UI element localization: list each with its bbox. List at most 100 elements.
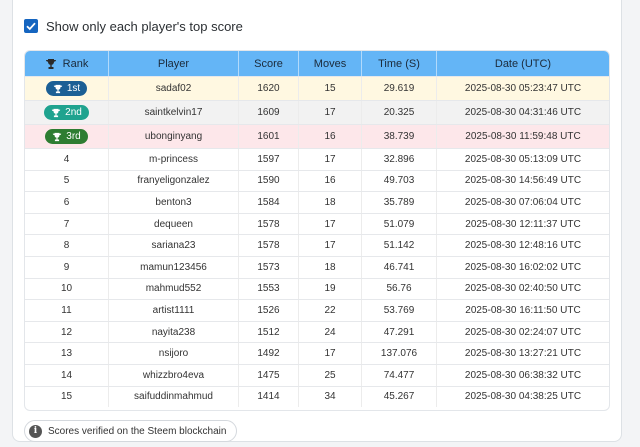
moves-cell: 17 <box>299 213 362 235</box>
date-cell: 2025-08-30 12:48:16 UTC <box>464 240 582 252</box>
moves-cell: 16 <box>299 125 362 148</box>
score-cell: 1512 <box>239 321 299 343</box>
time-cell: 49.703 <box>362 170 437 192</box>
score-cell: 1414 <box>239 386 299 408</box>
rank-header[interactable]: Rank <box>25 51 109 76</box>
time-cell: 20.325 <box>362 101 437 124</box>
top-score-checkbox[interactable] <box>24 19 38 33</box>
table-row: 2nd saintkelvin17 1609 17 20.325 2025-08-30 0… <box>25 100 609 124</box>
rank-cell: 7 <box>25 213 109 235</box>
score-cell: 1597 <box>239 149 299 170</box>
time-cell: 137.076 <box>362 343 437 364</box>
table-row: 6 benton3 1584 18 35.789 2025-08-30 07:06:04 … <box>25 191 609 213</box>
date-cell: 2025-08-30 11:59:48 UTC <box>465 131 581 142</box>
rank-cell: 14 <box>25 364 109 386</box>
table-row: 3rd ubonginyang 1601 16 38.739 2025-08-30 11:… <box>25 124 609 148</box>
moves-cell: 25 <box>299 364 362 386</box>
rank-value: 9 <box>63 261 70 273</box>
info-icon: i <box>29 424 42 438</box>
rank-cell: 10 <box>25 278 109 300</box>
table-row: 1st sadaf02 1620 15 29.619 2025-08-30 05:23:4… <box>25 76 609 100</box>
trophy-icon <box>45 58 56 69</box>
moves-cell: 18 <box>299 256 362 278</box>
rank-badge-label: 3rd <box>66 131 81 142</box>
score-cell: 1578 <box>239 235 299 256</box>
rank-value: 7 <box>63 218 70 230</box>
rank-cell: 6 <box>25 192 109 213</box>
score-cell: 1584 <box>239 192 299 213</box>
top-score-filter[interactable]: Show only each player's top score <box>24 15 243 37</box>
score-cell: 1475 <box>239 364 299 386</box>
rank-value: 10 <box>60 283 73 295</box>
top-score-filter-label: Show only each player's top score <box>46 18 243 34</box>
date-cell: 2025-08-30 07:06:04 UTC <box>464 196 582 208</box>
date-cell: 2025-08-30 13:27:21 UTC <box>464 348 582 360</box>
time-cell: 32.896 <box>362 149 437 170</box>
table-row: 13 nsijoro 1492 17 137.076 2025-08-30 13:27:2… <box>25 342 609 364</box>
checkmark-icon <box>26 22 36 31</box>
date-cell: 2025-08-30 04:31:46 UTC <box>464 107 582 118</box>
score-header[interactable]: Score <box>239 51 299 76</box>
player-cell: saintkelvin17 <box>109 101 239 124</box>
score-cell: 1620 <box>239 77 299 100</box>
rank-cell: 12 <box>25 321 109 343</box>
rank-badge-label: 1st <box>66 83 81 94</box>
date-cell: 2025-08-30 16:11:50 UTC <box>465 304 581 316</box>
rank-cell: 8 <box>25 235 109 256</box>
moves-cell: 17 <box>299 235 362 256</box>
date-cell: 2025-08-30 06:38:32 UTC <box>464 369 582 381</box>
date-header[interactable]: Date (UTC) <box>437 51 609 76</box>
rank-value: 5 <box>63 175 70 187</box>
rank-value: 12 <box>60 326 73 338</box>
score-cell: 1609 <box>239 101 299 124</box>
player-cell: sadaf02 <box>109 77 239 100</box>
table-body: 1st sadaf02 1620 15 29.619 2025-08-30 05:23:4… <box>25 76 609 408</box>
moves-cell: 17 <box>299 343 362 364</box>
rank-cell: 15 <box>25 386 109 408</box>
rank-value: 11 <box>61 304 72 316</box>
player-cell: whizzbro4eva <box>109 364 239 386</box>
player-cell: nayita238 <box>109 321 239 343</box>
rank-cell: 5 <box>25 170 109 192</box>
time-cell: 53.769 <box>362 300 437 321</box>
rank-badge-label: 2nd <box>65 107 82 118</box>
player-cell: mamun123456 <box>109 256 239 278</box>
player-cell: dequeen <box>109 213 239 235</box>
player-cell: artist1111 <box>109 300 239 321</box>
trophy-icon <box>51 108 61 117</box>
time-cell: 51.079 <box>362 213 437 235</box>
table-row: 12 nayita238 1512 24 47.291 2025-08-30 02:24:… <box>25 320 609 343</box>
moves-cell: 19 <box>299 278 362 300</box>
score-cell: 1573 <box>239 256 299 278</box>
rank-value: 14 <box>60 369 73 381</box>
table-row: 14 whizzbro4eva 1475 25 74.477 2025-08-30 06:… <box>25 363 609 386</box>
date-cell: 2025-08-30 02:40:50 UTC <box>464 283 582 295</box>
player-header[interactable]: Player <box>109 51 239 76</box>
rank-cell: 11 <box>25 300 109 321</box>
moves-cell: 16 <box>299 170 362 192</box>
date-cell: 2025-08-30 14:56:49 UTC <box>464 175 582 187</box>
table-row: 9 mamun123456 1573 18 46.741 2025-08-30 16:02… <box>25 255 609 278</box>
leaderboard-table: Rank Player Score Moves Time (S) Date (U… <box>24 50 610 411</box>
rank-value: 15 <box>60 391 73 403</box>
rank-badge: 3rd <box>45 129 88 144</box>
moves-header[interactable]: Moves <box>299 51 362 76</box>
time-cell: 45.267 <box>362 386 437 408</box>
table-row: 4 m-princess 1597 17 32.896 2025-08-30 05:13:… <box>25 148 609 170</box>
date-cell: 2025-08-30 05:13:09 UTC <box>464 153 582 165</box>
trophy-icon <box>53 84 62 93</box>
time-header[interactable]: Time (S) <box>362 51 437 76</box>
score-cell: 1526 <box>239 300 299 321</box>
rank-value: 13 <box>60 348 73 360</box>
time-cell: 35.789 <box>362 192 437 213</box>
score-cell: 1578 <box>239 213 299 235</box>
time-cell: 74.477 <box>362 364 437 386</box>
player-cell: sariana23 <box>109 235 239 256</box>
table-row: 15 saifuddinmahmud 1414 34 45.267 2025-08-30 … <box>25 385 609 408</box>
date-cell: 2025-08-30 02:24:07 UTC <box>464 326 582 338</box>
rank-cell: 4 <box>25 149 109 170</box>
rank-cell: 2nd <box>25 101 109 124</box>
moves-cell: 17 <box>299 101 362 124</box>
moves-cell: 15 <box>299 77 362 100</box>
score-cell: 1553 <box>239 278 299 300</box>
